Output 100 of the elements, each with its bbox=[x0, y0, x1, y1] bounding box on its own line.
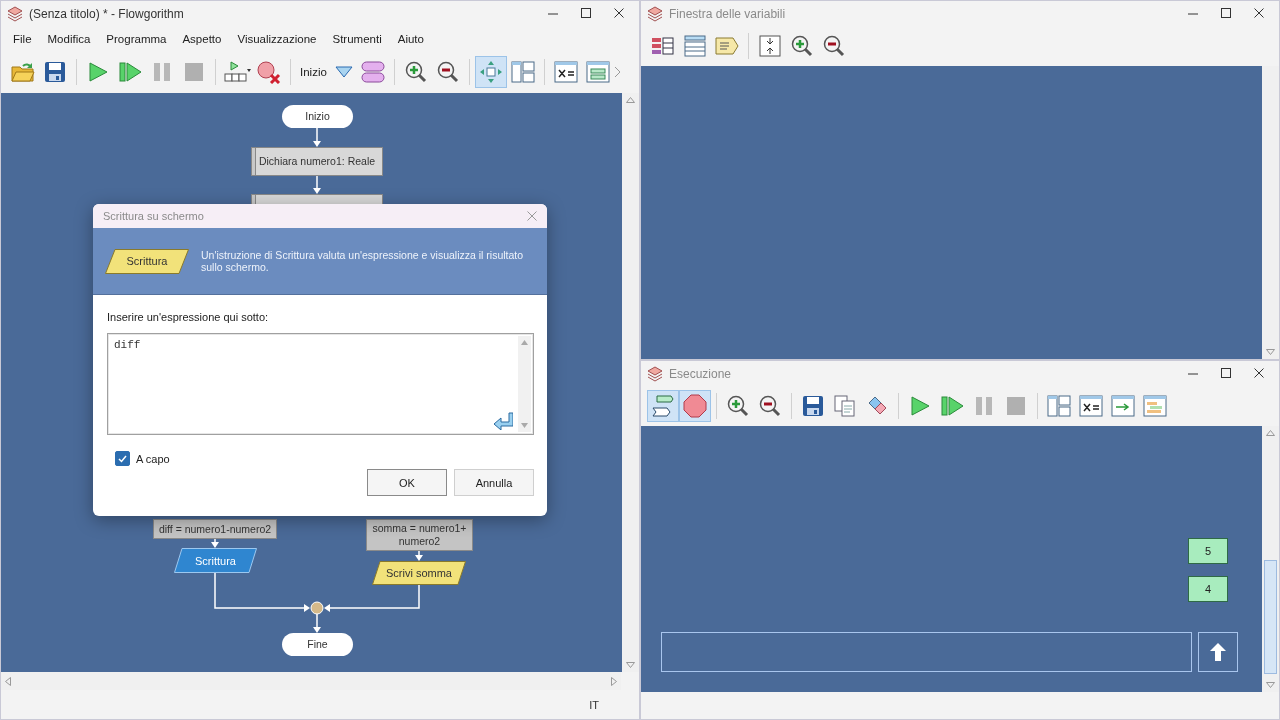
junction-dot bbox=[310, 601, 324, 615]
maximize-icon bbox=[581, 8, 592, 19]
enter-icon bbox=[493, 412, 513, 430]
table-grid-icon bbox=[651, 35, 675, 57]
stop-sign-icon bbox=[683, 394, 707, 418]
zoom-in-icon bbox=[727, 395, 749, 417]
play-icon bbox=[909, 395, 931, 417]
floppy-icon bbox=[44, 61, 66, 83]
step-icon bbox=[118, 61, 142, 83]
folder-icon bbox=[11, 61, 35, 83]
close-icon bbox=[1254, 8, 1265, 19]
ok-button[interactable]: OK bbox=[367, 469, 447, 496]
console-window-icon bbox=[585, 61, 610, 83]
flow-shapes-icon bbox=[651, 394, 675, 418]
copy-icon bbox=[834, 395, 856, 417]
zoom-out-icon bbox=[823, 35, 845, 57]
app-icon bbox=[7, 5, 23, 22]
close-icon bbox=[527, 211, 537, 221]
connector-arrow bbox=[415, 550, 423, 561]
flowchart-mode-button[interactable] bbox=[647, 390, 679, 422]
connector-arrow bbox=[313, 175, 321, 194]
scroll-left-icon bbox=[5, 676, 11, 686]
scroll-up-icon bbox=[1266, 430, 1275, 436]
tag-icon bbox=[715, 36, 739, 56]
close-icon bbox=[1254, 368, 1265, 379]
connector-arrow bbox=[211, 538, 219, 548]
terminal-shape: Fine bbox=[282, 633, 353, 656]
app-icon bbox=[647, 365, 663, 382]
floppy-icon bbox=[802, 395, 824, 417]
output-bubble: 5 bbox=[1188, 538, 1228, 564]
zoom-out-icon bbox=[759, 395, 781, 417]
zoom-in-icon bbox=[791, 35, 813, 57]
menu-item[interactable]: Strumenti bbox=[324, 29, 390, 48]
fit-height-icon bbox=[759, 35, 781, 57]
menu-item[interactable]: Aiuto bbox=[389, 29, 432, 48]
output-shape: Scrivi somma bbox=[372, 561, 466, 585]
shape-grid-icon bbox=[223, 61, 251, 83]
scroll-right-icon bbox=[611, 676, 617, 686]
scroll-up-icon bbox=[521, 340, 528, 345]
cancel-button[interactable]: Annulla bbox=[454, 469, 534, 496]
function-dropdown[interactable]: Inizio bbox=[296, 56, 357, 88]
play-icon bbox=[87, 61, 109, 83]
output-shape: Scrittura bbox=[174, 548, 257, 573]
menu-item[interactable]: Visualizzazione bbox=[229, 29, 325, 48]
checkbox[interactable] bbox=[115, 451, 130, 466]
maximize-icon bbox=[1221, 8, 1232, 19]
panels-icon bbox=[1047, 395, 1071, 417]
stop-on-error-button[interactable] bbox=[679, 390, 711, 422]
scrollbar[interactable] bbox=[518, 336, 531, 432]
dialog-title: Scrittura su schermo bbox=[103, 210, 204, 222]
menu-item[interactable]: Modifica bbox=[39, 29, 99, 48]
menu-item[interactable]: Aspetto bbox=[174, 29, 230, 48]
connector-arrow bbox=[313, 613, 321, 633]
prompt-label: Inserire un'espressione qui sotto: bbox=[107, 311, 270, 323]
output-window-icon bbox=[1111, 395, 1135, 417]
stop-icon bbox=[184, 62, 204, 82]
dropdown-triangle-icon bbox=[334, 66, 353, 78]
zoom-out-icon bbox=[436, 61, 459, 83]
output-shape: Scrittura bbox=[105, 248, 189, 274]
bar-layout-icon bbox=[1143, 395, 1167, 417]
expression-field[interactable]: diff bbox=[107, 333, 534, 435]
step-icon bbox=[940, 395, 964, 417]
console-input[interactable] bbox=[661, 632, 1192, 672]
menu-item[interactable]: File bbox=[5, 29, 40, 48]
move-arrows-icon bbox=[478, 60, 503, 84]
scroll-down-icon bbox=[626, 662, 635, 668]
panels-icon bbox=[510, 61, 535, 83]
window-title: (Senza titolo) * - Flowgorithm bbox=[29, 6, 185, 21]
pause-icon bbox=[152, 61, 172, 83]
zoom-in-icon bbox=[404, 61, 427, 83]
maximize-icon bbox=[1221, 368, 1232, 379]
checkbox-label: A capo bbox=[136, 452, 170, 465]
connector-arrow bbox=[313, 127, 321, 147]
scroll-up-icon bbox=[626, 97, 635, 103]
breakpoint-clear-icon bbox=[257, 60, 281, 84]
stop-icon bbox=[1006, 396, 1026, 416]
scroll-down-icon bbox=[1266, 682, 1275, 688]
checkmark-icon bbox=[118, 454, 127, 463]
chevron-right-icon bbox=[613, 66, 622, 78]
send-button[interactable] bbox=[1198, 632, 1238, 672]
menu-item[interactable]: Programma bbox=[98, 29, 175, 48]
variable-window-icon bbox=[553, 61, 578, 83]
window-title: Finestra delle variabili bbox=[669, 6, 787, 21]
stacked-pill-icon bbox=[360, 61, 385, 83]
declare-shape: Dichiara numero1: Reale bbox=[251, 147, 383, 176]
eraser-icon bbox=[866, 395, 888, 417]
window-title: Esecuzione bbox=[669, 366, 733, 381]
dialog-description: Un'istruzione di Scrittura valuta un'espressione e visualizza il risultato sullo schermo. bbox=[201, 249, 525, 273]
list-icon bbox=[684, 35, 706, 57]
process-shape: diff = numero1-numero2 bbox=[153, 519, 277, 539]
app-icon bbox=[647, 5, 663, 22]
scroll-down-icon bbox=[1266, 349, 1275, 355]
process-shape: somma = numero1+ numero2 bbox=[366, 519, 473, 551]
variable-window-icon bbox=[1079, 395, 1103, 417]
language-indicator: IT bbox=[589, 698, 599, 711]
arrow-up-icon bbox=[1210, 643, 1226, 661]
terminal-shape: Inizio bbox=[282, 105, 353, 128]
output-bubble: 4 bbox=[1188, 576, 1228, 602]
scroll-down-icon bbox=[521, 423, 528, 428]
move-button[interactable] bbox=[474, 56, 507, 88]
